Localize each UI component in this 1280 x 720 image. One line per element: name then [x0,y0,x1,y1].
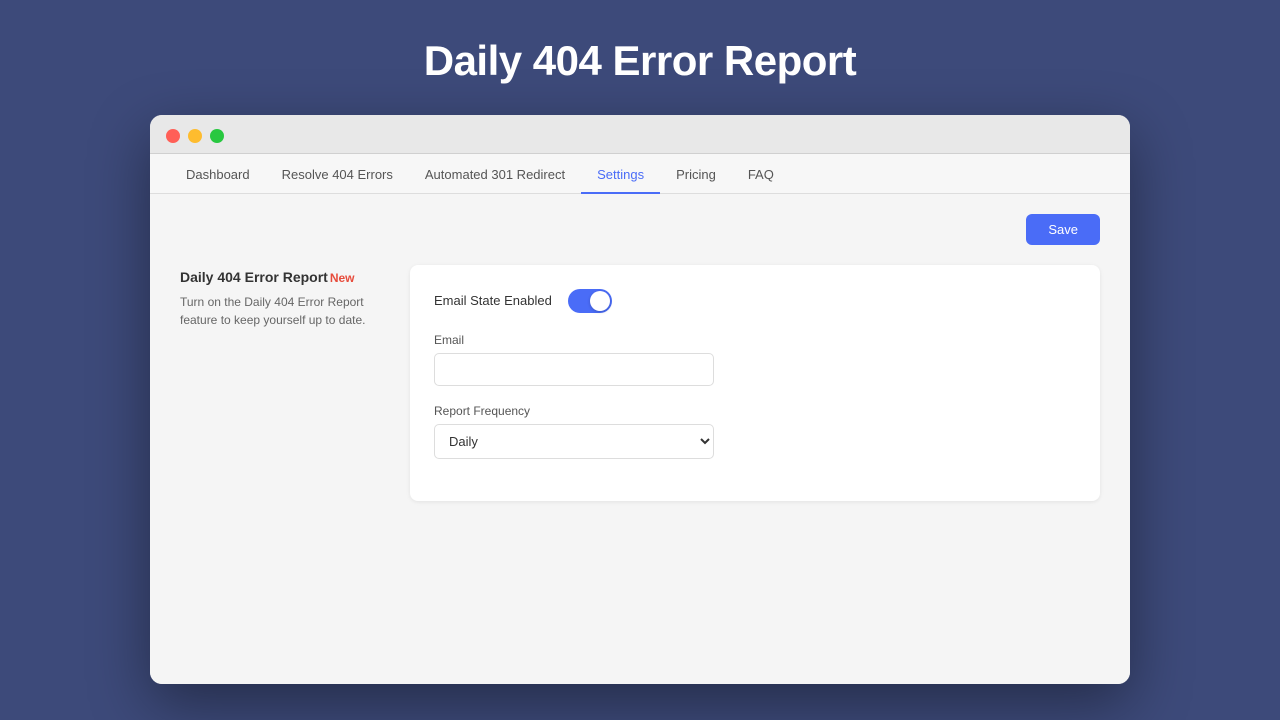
toggle-track [568,289,612,313]
maximize-button[interactable] [210,129,224,143]
minimize-button[interactable] [188,129,202,143]
nav-item-faq[interactable]: FAQ [732,155,790,194]
toolbar-row: Save [180,214,1100,245]
nav-item-settings[interactable]: Settings [581,155,660,194]
window: Dashboard Resolve 404 Errors Automated 3… [150,115,1130,684]
report-frequency-select[interactable]: Daily Weekly Monthly [434,424,714,459]
page-title: Daily 404 Error Report [424,37,857,85]
content-area: Save Daily 404 Error ReportNew Turn on t… [150,194,1130,684]
report-frequency-group: Report Frequency Daily Weekly Monthly [434,404,1076,459]
email-field-group: Email [434,333,1076,386]
nav-item-pricing[interactable]: Pricing [660,155,732,194]
email-state-toggle[interactable] [568,289,612,313]
settings-card: Email State Enabled Email [410,265,1100,501]
email-field-label: Email [434,333,1076,347]
new-badge: New [330,271,355,285]
email-input[interactable] [434,353,714,386]
email-state-label: Email State Enabled [434,293,552,308]
description-panel: Daily 404 Error ReportNew Turn on the Da… [180,265,380,329]
outer-wrapper: Daily 404 Error Report Dashboard Resolve… [0,7,1280,714]
nav-item-dashboard[interactable]: Dashboard [170,155,266,194]
feature-description: Turn on the Daily 404 Error Report featu… [180,293,380,329]
feature-title-text: Daily 404 Error Report [180,269,328,285]
nav-bar: Dashboard Resolve 404 Errors Automated 3… [150,154,1130,194]
feature-title: Daily 404 Error ReportNew [180,269,380,285]
main-layout: Daily 404 Error ReportNew Turn on the Da… [180,265,1100,501]
close-button[interactable] [166,129,180,143]
report-frequency-label: Report Frequency [434,404,1076,418]
traffic-lights [166,129,224,143]
email-state-row: Email State Enabled [434,289,1076,313]
nav-item-automated-301[interactable]: Automated 301 Redirect [409,155,581,194]
title-bar [150,115,1130,154]
nav-item-resolve-404[interactable]: Resolve 404 Errors [266,155,409,194]
save-button[interactable]: Save [1026,214,1100,245]
toggle-thumb [590,291,610,311]
